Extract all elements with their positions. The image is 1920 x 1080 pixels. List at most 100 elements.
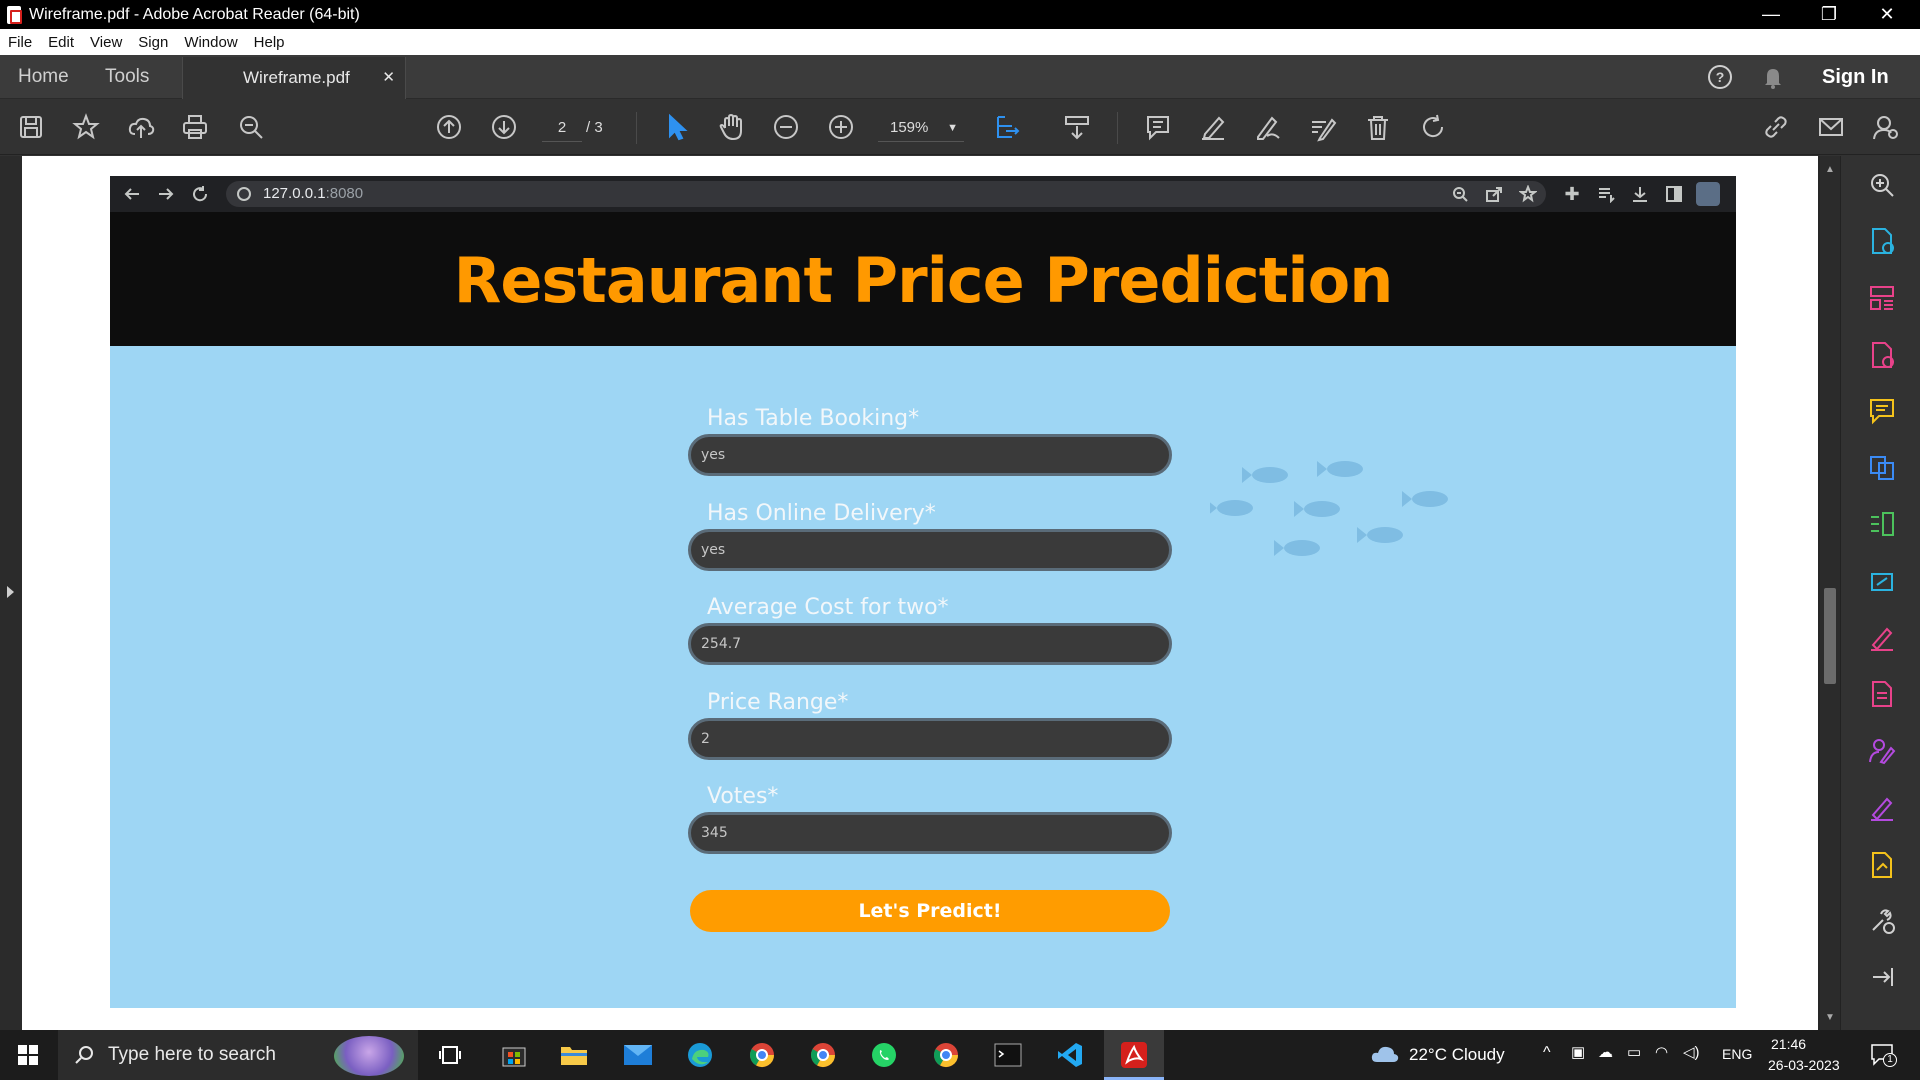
chrome-profile-2-icon[interactable]: [928, 1039, 964, 1071]
votes-input[interactable]: 345: [688, 812, 1172, 854]
language-indicator[interactable]: ENG: [1722, 1046, 1752, 1062]
tab-tools[interactable]: Tools: [105, 55, 149, 99]
edit-pdf-icon[interactable]: [1865, 564, 1899, 598]
bookmark-star-icon[interactable]: [68, 109, 104, 145]
draw-freehand-icon[interactable]: [1250, 109, 1286, 145]
chrome-profile-icon[interactable]: [744, 1039, 780, 1071]
page-number-input[interactable]: 2: [542, 114, 582, 142]
vscode-icon[interactable]: [1052, 1039, 1088, 1071]
label-online-delivery: Has Online Delivery*: [707, 501, 936, 526]
zoom-level-select[interactable]: 159% ▼: [878, 114, 964, 142]
restore-button[interactable]: ❐: [1800, 0, 1858, 29]
battery-icon[interactable]: ▭: [1627, 1043, 1641, 1061]
search-zoom-icon[interactable]: [1865, 168, 1899, 202]
tab-document[interactable]: Wireframe.pdf ✕: [182, 57, 406, 99]
sign-icon[interactable]: [1865, 791, 1899, 825]
app-header: Restaurant Price Prediction: [110, 212, 1736, 346]
weather-text[interactable]: 22°C Cloudy: [1409, 1045, 1505, 1065]
account-search-icon[interactable]: [1868, 109, 1904, 145]
windows-start-icon[interactable]: [18, 1045, 38, 1065]
clock-time[interactable]: 21:46: [1771, 1036, 1806, 1052]
hand-tool-icon[interactable]: [713, 109, 749, 145]
terminal-icon[interactable]: [990, 1039, 1026, 1071]
whatsapp-icon[interactable]: [866, 1039, 902, 1071]
menu-bar: File Edit View Sign Window Help: [0, 29, 1920, 55]
sign-in-button[interactable]: Sign In: [1822, 55, 1889, 99]
profile-avatar: [1696, 182, 1720, 206]
menu-file[interactable]: File: [0, 34, 40, 51]
acrobat-app-icon: [7, 5, 22, 24]
page-zoom-icon: [1448, 182, 1472, 206]
microsoft-store-icon[interactable]: [496, 1039, 532, 1071]
menu-help[interactable]: Help: [246, 34, 293, 51]
scrollbar-thumb[interactable]: [1824, 588, 1836, 684]
minimize-button[interactable]: —: [1742, 0, 1800, 29]
edit-text-icon[interactable]: [1305, 109, 1341, 145]
page-title: Restaurant Price Prediction: [453, 244, 1394, 317]
predict-button[interactable]: Let's Predict!: [690, 890, 1170, 932]
page-fit-icon[interactable]: [990, 109, 1026, 145]
collapse-panel-icon[interactable]: [1865, 960, 1899, 994]
combine-files-icon[interactable]: [1865, 338, 1899, 372]
scroll-up-icon[interactable]: ▲: [1825, 164, 1835, 175]
menu-sign[interactable]: Sign: [130, 34, 176, 51]
left-panel-toggle[interactable]: [0, 156, 22, 1030]
create-pdf-icon[interactable]: [1865, 224, 1899, 258]
zoom-in-icon[interactable]: [823, 109, 859, 145]
comment-icon[interactable]: [1140, 109, 1176, 145]
clock-date[interactable]: 26-03-2023: [1768, 1057, 1840, 1073]
stamp-icon[interactable]: [1865, 848, 1899, 882]
menu-view[interactable]: View: [82, 34, 130, 51]
notification-center-icon[interactable]: 1: [1869, 1041, 1897, 1069]
average-cost-input[interactable]: 254.7: [688, 623, 1172, 665]
close-window-button[interactable]: ✕: [1858, 0, 1916, 29]
rotate-icon[interactable]: [1415, 109, 1451, 145]
help-icon[interactable]: ?: [1706, 63, 1734, 91]
notification-bell-icon[interactable]: [1759, 63, 1787, 91]
taskbar-search-box[interactable]: Type here to search: [58, 1030, 418, 1080]
protect-doc-icon[interactable]: [1865, 677, 1899, 711]
close-tab-icon[interactable]: ✕: [382, 57, 395, 99]
scroll-down-icon[interactable]: ▼: [1825, 1012, 1835, 1023]
next-page-icon[interactable]: [486, 109, 522, 145]
volume-icon[interactable]: ◁): [1683, 1043, 1700, 1061]
previous-page-icon[interactable]: [431, 109, 467, 145]
zoom-value: 159%: [890, 119, 929, 136]
wifi-icon[interactable]: ◠: [1655, 1043, 1668, 1061]
zoom-out-icon[interactable]: [768, 109, 804, 145]
delete-trash-icon[interactable]: [1360, 109, 1396, 145]
chrome-icon[interactable]: [805, 1039, 841, 1071]
mail-icon[interactable]: [620, 1039, 656, 1071]
export-pdf-icon[interactable]: [1865, 451, 1899, 485]
share-link-icon[interactable]: [1758, 109, 1794, 145]
menu-window[interactable]: Window: [176, 34, 245, 51]
onedrive-error-icon[interactable]: ☁: [1598, 1043, 1613, 1061]
tab-home[interactable]: Home: [18, 55, 69, 99]
find-zoom-icon[interactable]: [233, 109, 269, 145]
show-hidden-icons-chevron-icon[interactable]: ^: [1543, 1044, 1551, 1062]
online-delivery-input[interactable]: yes: [688, 529, 1172, 571]
select-cursor-icon[interactable]: [658, 109, 694, 145]
price-range-input[interactable]: 2: [688, 718, 1172, 760]
upload-cloud-icon[interactable]: [123, 109, 159, 145]
email-icon[interactable]: [1813, 109, 1849, 145]
organize-pages-icon[interactable]: [1865, 281, 1899, 315]
comment-tool-icon[interactable]: [1865, 394, 1899, 428]
table-booking-input[interactable]: yes: [688, 434, 1172, 476]
menu-edit[interactable]: Edit: [40, 34, 82, 51]
more-tools-icon[interactable]: [1865, 904, 1899, 938]
highlight-pen-icon[interactable]: [1195, 109, 1231, 145]
scroll-mode-icon[interactable]: [1059, 109, 1095, 145]
task-view-icon[interactable]: [432, 1039, 468, 1071]
info-icon: [237, 187, 251, 201]
request-signature-icon[interactable]: [1865, 734, 1899, 768]
vertical-scrollbar[interactable]: ▲ ▼: [1820, 156, 1840, 1030]
compress-icon[interactable]: [1865, 507, 1899, 541]
fill-sign-icon[interactable]: [1865, 621, 1899, 655]
print-icon[interactable]: [177, 109, 213, 145]
acrobat-taskbar-button[interactable]: [1104, 1030, 1164, 1080]
meet-now-icon[interactable]: ▣: [1571, 1043, 1585, 1061]
edge-browser-icon[interactable]: [682, 1039, 718, 1071]
save-icon[interactable]: [13, 109, 49, 145]
file-explorer-icon[interactable]: [556, 1039, 592, 1071]
